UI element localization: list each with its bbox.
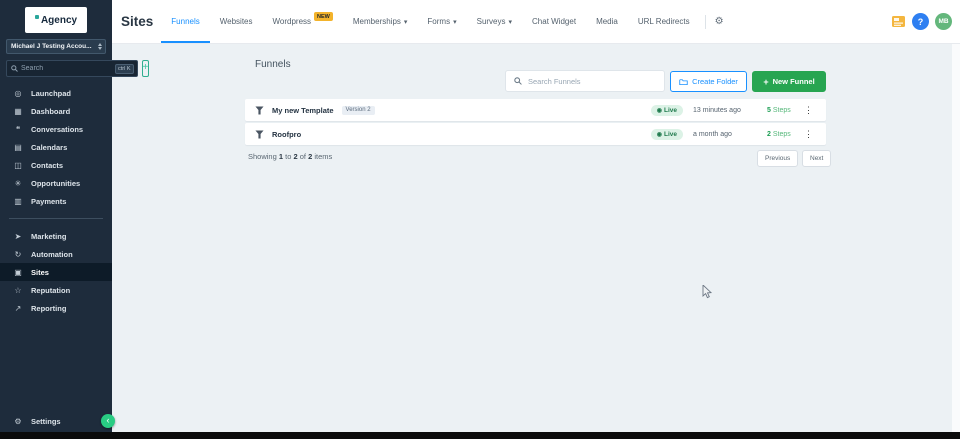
sites-icon: ▣ bbox=[14, 267, 22, 277]
chat-icon: ❝ bbox=[15, 124, 21, 134]
funnels-search-input[interactable] bbox=[528, 76, 656, 86]
payments-icon: ▥ bbox=[14, 196, 22, 206]
sidebar-search-box[interactable]: ctrl K bbox=[6, 60, 138, 77]
tab-forms[interactable]: Forms ▾ bbox=[417, 0, 466, 43]
help-button[interactable]: ? bbox=[912, 13, 929, 30]
search-icon bbox=[514, 77, 522, 85]
sidebar-item-sites[interactable]: ▣ Sites bbox=[0, 263, 112, 281]
funnels-search-box[interactable] bbox=[505, 70, 665, 92]
tab-funnels[interactable]: Funnels bbox=[161, 0, 209, 43]
dashboard-icon: ▦ bbox=[14, 106, 22, 116]
logo-text: Agency bbox=[40, 14, 78, 26]
topbar-tabs: Funnels Websites Wordpress NEW Membershi… bbox=[161, 0, 699, 43]
whats-new-icon[interactable] bbox=[891, 15, 906, 28]
live-dot-icon: ◉ bbox=[656, 107, 662, 114]
sidebar-item-conversations[interactable]: ❝ Conversations bbox=[0, 120, 112, 138]
sidebar-item-contacts[interactable]: ◫ Contacts bbox=[0, 156, 112, 174]
quick-add-button[interactable]: + bbox=[141, 60, 150, 77]
funnel-name: My new Template bbox=[272, 105, 334, 115]
create-folder-button[interactable]: Create Folder bbox=[670, 71, 747, 92]
topbar: Sites Funnels Websites Wordpress NEW Mem… bbox=[112, 0, 960, 44]
search-icon bbox=[11, 65, 18, 72]
funnels-heading: Funnels bbox=[255, 59, 291, 70]
tab-surveys[interactable]: Surveys ▾ bbox=[467, 0, 522, 43]
account-name: Michael J Testing Accou... bbox=[11, 43, 92, 50]
chevron-down-icon: ▾ bbox=[403, 18, 408, 26]
chevron-down-icon: ▾ bbox=[508, 18, 513, 26]
account-switcher[interactable]: Michael J Testing Accou... bbox=[6, 39, 106, 54]
funnel-row[interactable]: My new Template Version 2 ◉ Live 13 minu… bbox=[245, 99, 826, 121]
steps-link[interactable]: 5 Steps bbox=[767, 107, 801, 114]
updated-time: a month ago bbox=[693, 130, 732, 138]
calendar-icon: ▤ bbox=[14, 142, 22, 152]
agency-logo: Agency bbox=[25, 7, 87, 33]
funnel-name: Roofpro bbox=[272, 129, 302, 139]
tab-media[interactable]: Media bbox=[586, 0, 628, 43]
sidebar-item-opportunities[interactable]: ✳ Opportunities bbox=[0, 174, 112, 192]
marketing-icon: ➤ bbox=[14, 231, 22, 241]
pagination-summary: Showing 1 to 2 of 2 items bbox=[248, 152, 333, 161]
sidebar-divider bbox=[9, 218, 103, 219]
chevron-updown-icon bbox=[98, 43, 102, 50]
user-avatar[interactable]: MB bbox=[935, 13, 952, 30]
sidebar-item-reputation[interactable]: ☆ Reputation bbox=[0, 281, 112, 299]
new-badge: NEW bbox=[314, 12, 333, 21]
row-menu-icon[interactable]: ⋮ bbox=[801, 105, 816, 116]
version-badge: Version 2 bbox=[341, 105, 375, 115]
sidebar-item-settings[interactable]: ⚙ Settings bbox=[0, 412, 112, 430]
automation-icon: ↻ bbox=[14, 249, 22, 259]
tab-websites[interactable]: Websites bbox=[210, 0, 263, 43]
page-title: Sites bbox=[121, 14, 154, 29]
tab-separator bbox=[704, 14, 706, 29]
main-content: Funnels Create Folder + New Funnel My ne… bbox=[112, 44, 952, 432]
contacts-icon: ◫ bbox=[14, 160, 22, 170]
tab-memberships[interactable]: Memberships ▾ bbox=[343, 0, 418, 43]
sidebar: Agency Michael J Testing Accou... ctrl K… bbox=[0, 0, 150, 439]
tab-wordpress[interactable]: Wordpress NEW bbox=[263, 0, 343, 43]
sidebar-collapse-button[interactable]: ‹ bbox=[101, 414, 115, 428]
sidebar-item-marketing[interactable]: ➤ Marketing bbox=[0, 227, 112, 245]
live-dot-icon: ◉ bbox=[656, 131, 662, 138]
new-funnel-button[interactable]: + New Funnel bbox=[752, 71, 826, 92]
star-icon: ☆ bbox=[14, 285, 22, 295]
gear-icon: ⚙ bbox=[14, 416, 22, 426]
sites-settings-gear-icon[interactable]: ⚙ bbox=[711, 16, 728, 27]
sidebar-nav: ◎ Launchpad ▦ Dashboard ❝ Conversations … bbox=[0, 84, 112, 317]
chevron-down-icon: ▾ bbox=[453, 18, 457, 26]
status-badge: ◉ Live bbox=[650, 104, 683, 116]
sidebar-item-reporting[interactable]: ↗ Reporting bbox=[0, 299, 112, 317]
bottom-bar bbox=[0, 432, 960, 439]
previous-button[interactable]: Previous bbox=[757, 150, 799, 167]
sidebar-search-input[interactable] bbox=[21, 65, 112, 72]
reporting-icon: ↗ bbox=[14, 303, 22, 313]
row-menu-icon[interactable]: ⋮ bbox=[801, 129, 816, 140]
sidebar-item-dashboard[interactable]: ▦ Dashboard bbox=[0, 102, 112, 120]
shortcut-badge: ctrl K bbox=[115, 63, 134, 74]
opportunities-icon: ✳ bbox=[14, 178, 22, 188]
updated-time: 13 minutes ago bbox=[693, 106, 741, 114]
right-edge-strip bbox=[952, 44, 960, 432]
tab-url-redirects[interactable]: URL Redirects bbox=[628, 0, 700, 43]
tab-chat-widget[interactable]: Chat Widget bbox=[522, 0, 586, 43]
logo-mark-icon bbox=[34, 15, 39, 19]
funnel-row[interactable]: Roofpro ◉ Live a month ago 2 Steps ⋮ bbox=[245, 123, 826, 145]
plus-icon: + bbox=[763, 76, 769, 87]
funnel-icon bbox=[255, 129, 264, 139]
steps-link[interactable]: 2 Steps bbox=[767, 131, 801, 138]
folder-icon bbox=[679, 78, 688, 85]
sidebar-item-automation[interactable]: ↻ Automation bbox=[0, 245, 112, 263]
sidebar-item-payments[interactable]: ▥ Payments bbox=[0, 192, 112, 210]
sidebar-item-launchpad[interactable]: ◎ Launchpad bbox=[0, 84, 112, 102]
mouse-cursor bbox=[702, 285, 713, 299]
sidebar-item-calendars[interactable]: ▤ Calendars bbox=[0, 138, 112, 156]
funnel-icon bbox=[255, 105, 264, 115]
launchpad-icon: ◎ bbox=[14, 88, 22, 98]
status-badge: ◉ Live bbox=[650, 128, 683, 140]
next-button[interactable]: Next bbox=[802, 150, 832, 167]
